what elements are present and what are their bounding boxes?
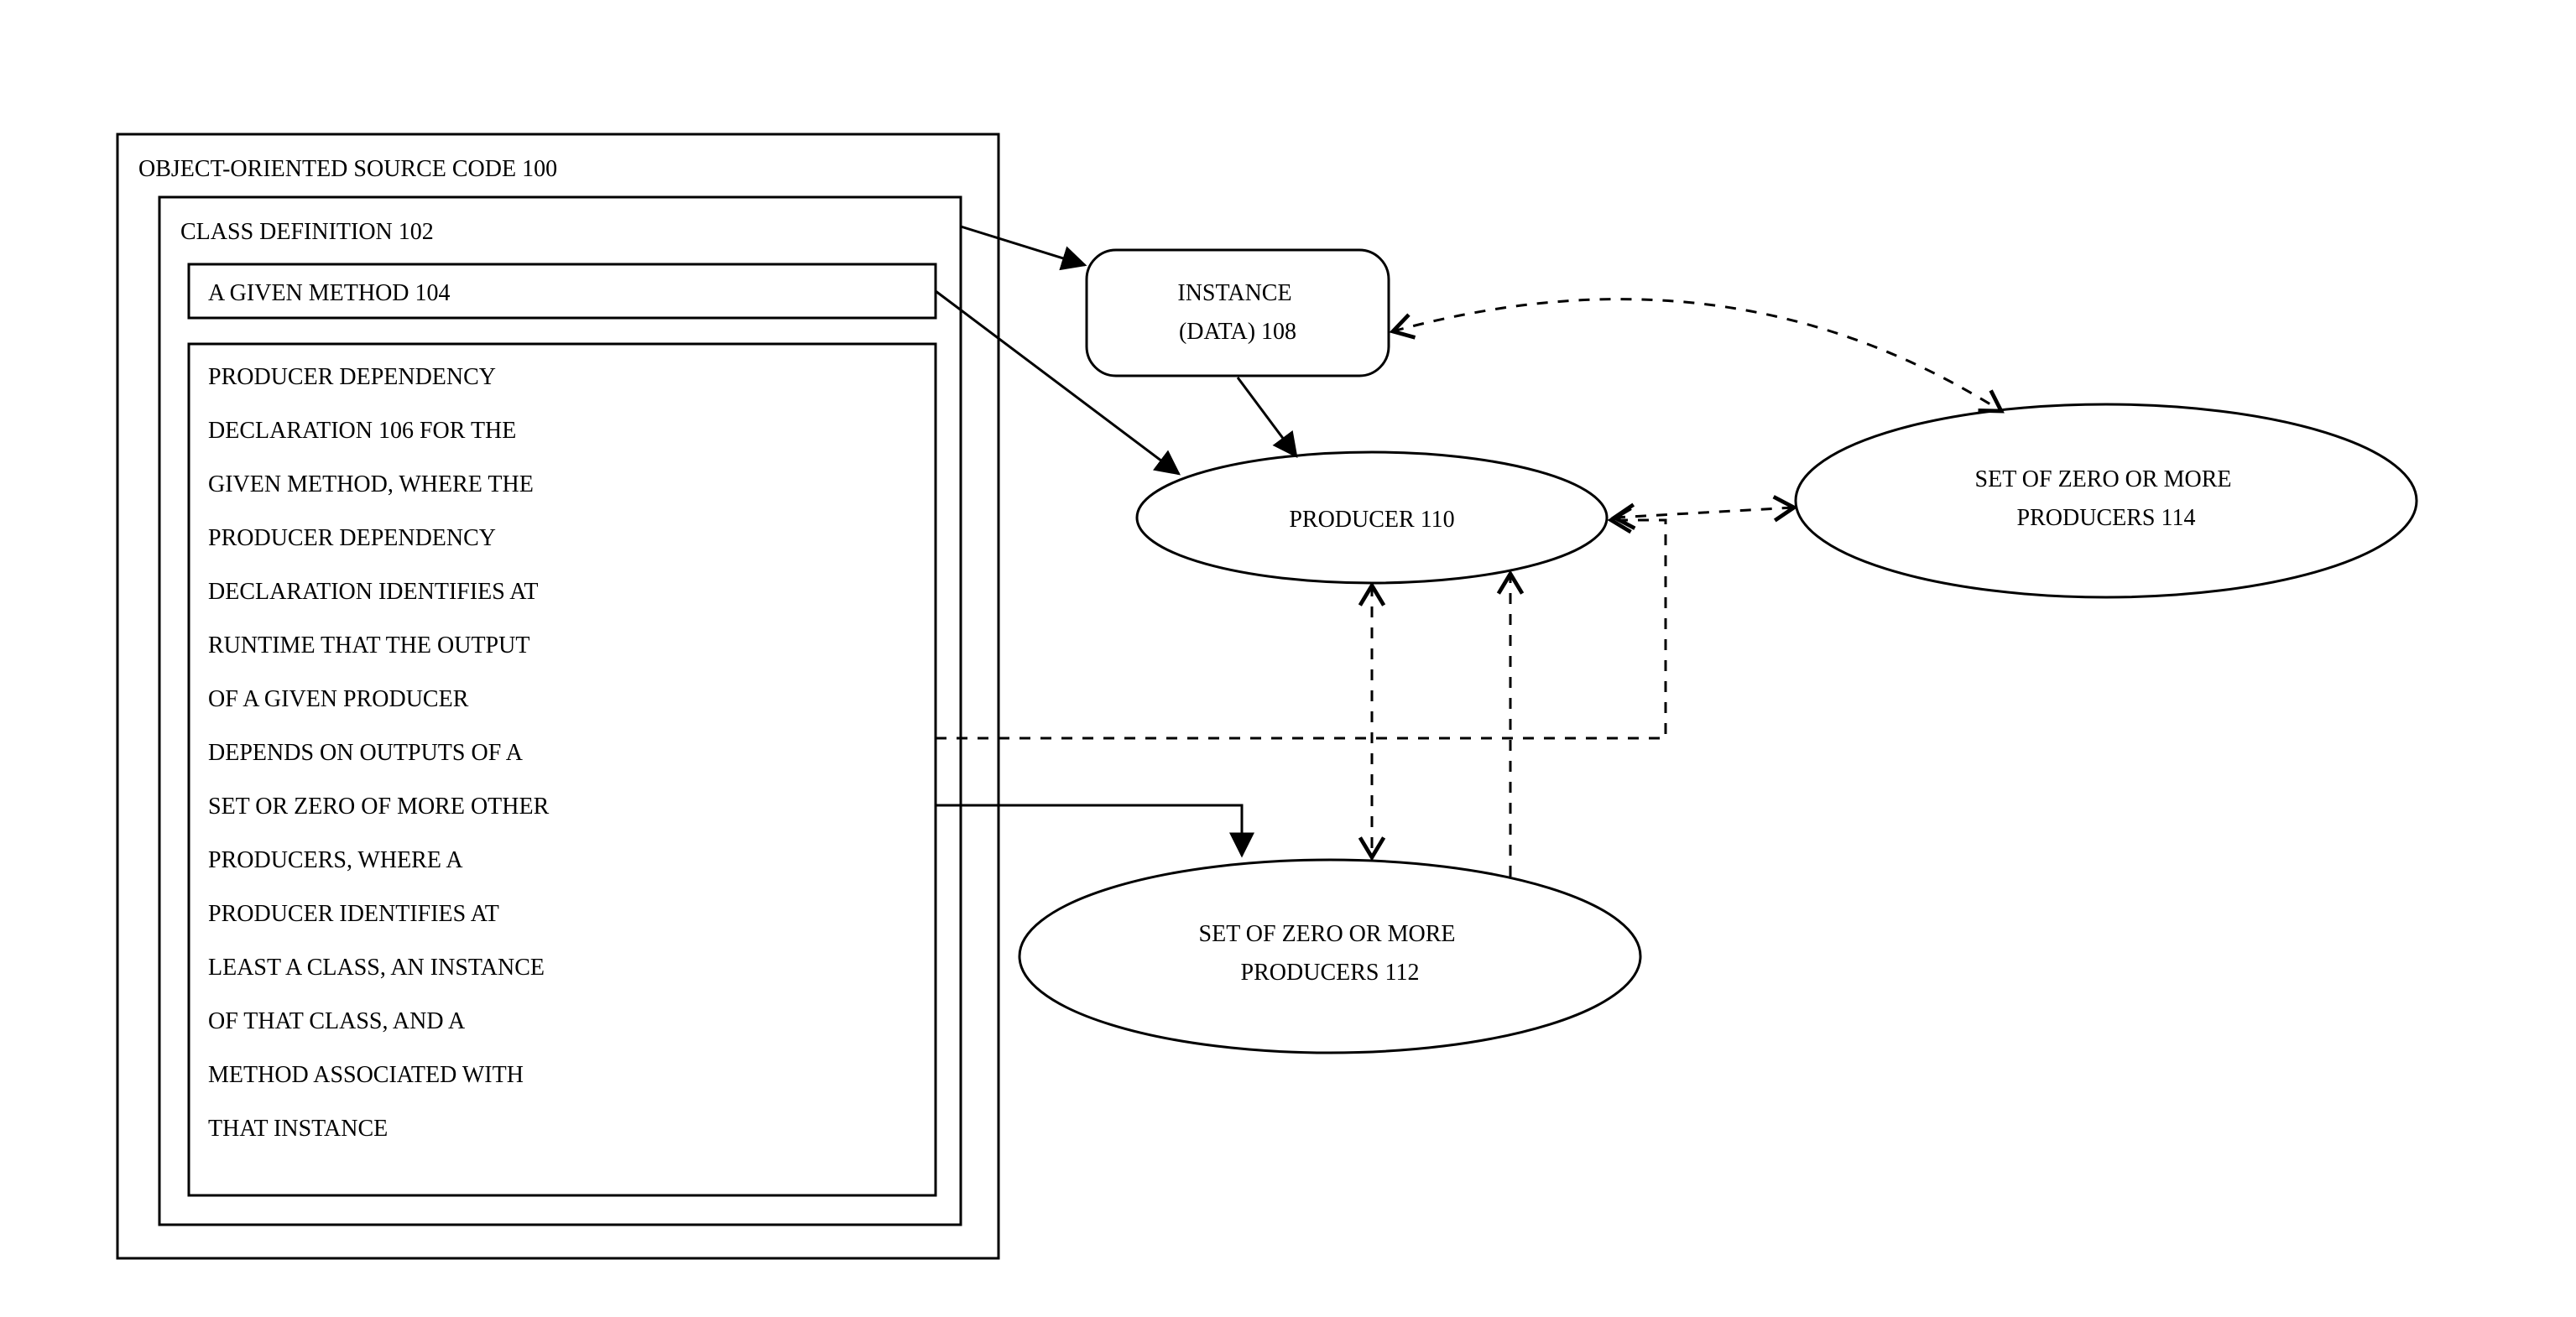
svg-text:INSTANCE (DATA) 108: INSTANCE (DATA) 108 [1177, 280, 1297, 345]
pd-line-12: OF THAT CLASS, AND A [208, 1008, 466, 1034]
producers-right-label-1: SET OF ZERO OR MORE [1975, 466, 2232, 492]
pd-line-1: DECLARATION 106 FOR THE [208, 418, 516, 444]
arrow-pd-to-producers-bottom [936, 805, 1242, 856]
svg-text:PRODUCER 110: PRODUCER 110 [1289, 507, 1454, 533]
given-method-label: A GIVEN METHOD 104 [208, 280, 451, 306]
pd-line-13: METHOD ASSOCIATED WITH [208, 1062, 524, 1088]
diagram: OBJECT-ORIENTED SOURCE CODE 100 CLASS DE… [0, 0, 2576, 1317]
pd-line-8: SET OR ZERO OF MORE OTHER [208, 794, 550, 820]
pd-line-2: GIVEN METHOD, WHERE THE [208, 471, 534, 497]
arrow-class-to-instance [961, 226, 1085, 265]
svg-text:PRODUCER DEPENDENCY DECL: PRODUCER DEPENDENCY DECLARATION 106 FOR … [208, 364, 555, 1142]
pd-line-14: THAT INSTANCE [208, 1116, 388, 1142]
svg-text:SET OF ZERO OR MORE PROD: SET OF ZERO OR MORE PRODUCERS 114 [1975, 466, 2238, 531]
svg-text:A GIVEN METHOD 104: A GIVEN METHOD 104 [208, 280, 451, 306]
arrow-pd-to-producer [936, 520, 1666, 738]
pd-line-6: OF A GIVEN PRODUCER [208, 686, 469, 712]
pd-line-10: PRODUCER IDENTIFIES AT [208, 901, 499, 927]
pd-line-7: DEPENDS ON OUTPUTS OF A [208, 740, 524, 766]
instance-label-1: INSTANCE [1177, 280, 1291, 306]
pd-line-5: RUNTIME THAT THE OUTPUT [208, 632, 529, 658]
pd-line-4: DECLARATION IDENTIFIES AT [208, 579, 538, 605]
given-method-box: A GIVEN METHOD 104 [189, 264, 936, 318]
producer-dependency-box: PRODUCER DEPENDENCY DECLARATION 106 FOR … [189, 344, 936, 1195]
producers-bottom-label-2: PRODUCERS 112 [1241, 960, 1420, 986]
arrow-instance-to-producers-right [1393, 299, 2001, 411]
producer-node: PRODUCER 110 [1137, 452, 1607, 583]
svg-text:OBJECT-ORIENTED SOURCE CODE 10: OBJECT-ORIENTED SOURCE CODE 100 [138, 156, 557, 182]
instance-label-2: (DATA) 108 [1179, 319, 1296, 345]
class-definition-label: CLASS DEFINITION 102 [180, 219, 434, 245]
svg-text:SET OF ZERO OR MORE PROD: SET OF ZERO OR MORE PRODUCERS 112 [1199, 921, 1462, 986]
producer-label: PRODUCER 110 [1289, 507, 1454, 533]
arrow-method-to-producer [936, 291, 1179, 474]
pd-line-0: PRODUCER DEPENDENCY [208, 364, 496, 390]
instance-node: INSTANCE (DATA) 108 [1087, 250, 1389, 376]
source-code-label: OBJECT-ORIENTED SOURCE CODE 100 [138, 156, 557, 182]
arrow-producer-to-producers-right [1614, 508, 1794, 518]
pd-line-11: LEAST A CLASS, AN INSTANCE [208, 955, 545, 981]
arrow-instance-to-producer [1238, 377, 1296, 456]
producers-right-node: SET OF ZERO OR MORE PRODUCERS 114 [1796, 404, 2417, 597]
pd-line-9: PRODUCERS, WHERE A [208, 847, 463, 873]
svg-text:CLASS DEFINITION 102: CLASS DEFINITION 102 [180, 219, 434, 245]
producers-bottom-label-1: SET OF ZERO OR MORE [1199, 921, 1456, 947]
pd-line-3: PRODUCER DEPENDENCY [208, 525, 496, 551]
producers-bottom-node: SET OF ZERO OR MORE PRODUCERS 112 [1019, 860, 1640, 1053]
producers-right-label-2: PRODUCERS 114 [2017, 505, 2196, 531]
